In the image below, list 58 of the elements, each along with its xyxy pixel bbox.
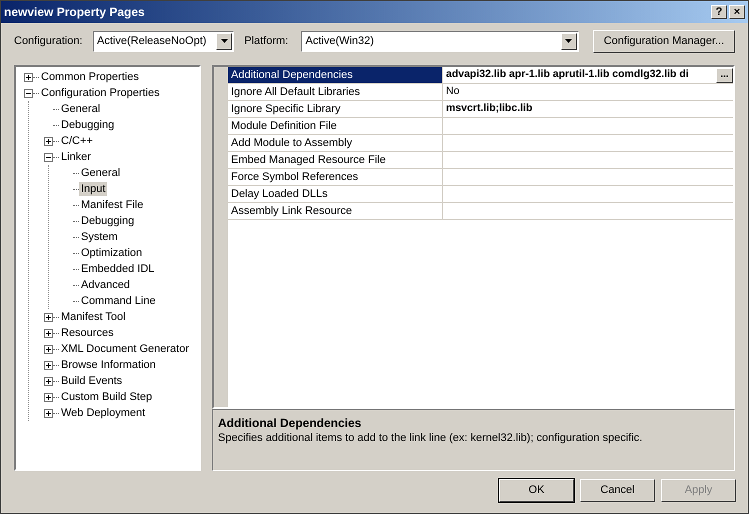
expand-icon[interactable] (24, 72, 33, 82)
tree-item[interactable]: Manifest Tool (59, 310, 128, 324)
property-value[interactable]: advapi32.lib apr-1.lib aprutil-1.lib comdlg32.lib di (443, 67, 716, 83)
expand-icon[interactable] (44, 328, 53, 338)
tree-item[interactable]: Common Properties (39, 70, 141, 84)
tree-item[interactable]: Optimization (79, 246, 144, 260)
tree-item[interactable]: Custom Build Step (59, 390, 154, 404)
tree-item[interactable]: Browse Information (59, 358, 158, 372)
property-name[interactable]: Ignore Specific Library (228, 101, 443, 117)
help-button[interactable]: ? (711, 5, 727, 19)
tree-item[interactable]: General (79, 166, 122, 180)
tree-item[interactable]: Web Deployment (59, 406, 148, 420)
tree-item[interactable]: Debugging (79, 214, 136, 228)
tree-item[interactable]: System (79, 230, 120, 244)
window-title: newview Property Pages (4, 4, 146, 21)
property-name[interactable]: Additional Dependencies (228, 67, 443, 83)
tree-item[interactable]: C/C++ (59, 134, 95, 148)
expand-icon[interactable] (44, 376, 53, 386)
collapse-icon[interactable] (24, 88, 33, 98)
expand-icon[interactable] (44, 344, 53, 354)
property-name[interactable]: Embed Managed Resource File (228, 152, 443, 168)
property-name[interactable]: Force Symbol References (228, 169, 443, 185)
platform-dropdown[interactable]: Active(Win32) (301, 30, 579, 52)
configuration-manager-button[interactable]: Configuration Manager... (592, 30, 736, 52)
expand-icon[interactable] (44, 392, 53, 402)
property-value[interactable]: No (443, 84, 733, 100)
description-title: Additional Dependencies (218, 416, 362, 430)
property-name[interactable]: Module Definition File (228, 118, 443, 134)
dialog-button[interactable]: OK (499, 479, 574, 502)
expand-icon[interactable] (44, 312, 53, 322)
tree-item[interactable]: Build Events (59, 374, 124, 388)
collapse-icon[interactable] (44, 152, 53, 162)
expand-icon[interactable] (44, 360, 53, 370)
tree-item[interactable]: Advanced (79, 278, 132, 292)
tree-item[interactable]: Command Line (79, 294, 158, 308)
property-name[interactable]: Assembly Link Resource (228, 203, 443, 219)
tree-item[interactable]: Debugging (59, 118, 116, 132)
expand-icon[interactable] (44, 408, 53, 418)
property-name[interactable]: Ignore All Default Libraries (228, 84, 443, 100)
tree-item[interactable]: Resources (59, 326, 116, 340)
configuration-label: Configuration: (14, 34, 84, 49)
property-name[interactable]: Delay Loaded DLLs (228, 186, 443, 202)
tree-item[interactable]: XML Document Generator (59, 342, 191, 356)
browse-button[interactable]: ... (716, 68, 733, 82)
tree-item[interactable]: Manifest File (79, 198, 146, 212)
tree-item[interactable]: Linker (59, 150, 93, 164)
expand-icon[interactable] (44, 136, 53, 146)
platform-label: Platform: (244, 34, 290, 49)
tree-item[interactable]: Input (79, 182, 108, 196)
close-button[interactable]: × (729, 5, 745, 19)
tree-item[interactable]: Embedded IDL (79, 262, 156, 276)
property-value[interactable]: msvcrt.lib;libc.lib (443, 101, 733, 117)
tree-item[interactable]: Configuration Properties (39, 86, 162, 100)
tree-item[interactable]: General (59, 102, 102, 116)
property-name[interactable]: Add Module to Assembly (228, 135, 443, 151)
dialog-button[interactable]: Cancel (580, 479, 655, 502)
description-text: Specifies additional items to add to the link line (ex: kernel32.lib); configuration specific. (218, 431, 644, 446)
configuration-dropdown[interactable]: Active(ReleaseNoOpt) (93, 30, 234, 52)
